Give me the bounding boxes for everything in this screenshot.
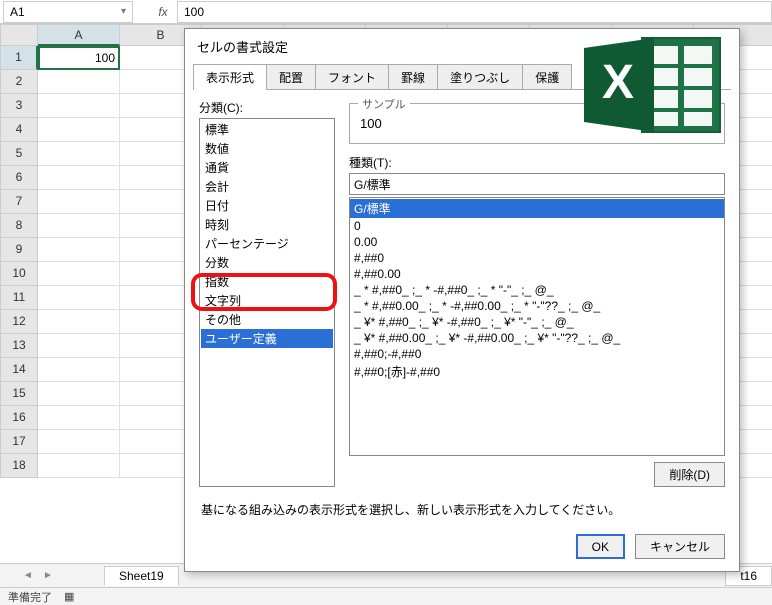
cell[interactable] (38, 334, 120, 358)
name-box[interactable]: A1 ▾ (3, 1, 133, 23)
row-header[interactable]: 8 (0, 214, 38, 238)
dialog-tab[interactable]: 罫線 (388, 64, 438, 90)
row-header[interactable]: 1 (0, 46, 38, 70)
chevron-down-icon[interactable]: ▾ (121, 6, 126, 17)
delete-button[interactable]: 削除(D) (654, 462, 725, 487)
category-listbox[interactable]: 標準数値通貨会計日付時刻パーセンテージ分数指数文字列その他ユーザー定義 (199, 118, 335, 487)
cell[interactable] (38, 382, 120, 406)
type-input[interactable] (349, 173, 725, 195)
cell[interactable] (38, 70, 120, 94)
row-header[interactable]: 18 (0, 454, 38, 478)
cancel-button[interactable]: キャンセル (635, 534, 725, 559)
row-header[interactable]: 16 (0, 406, 38, 430)
formula-input[interactable]: 100 (177, 1, 772, 23)
cell[interactable] (38, 286, 120, 310)
row-header[interactable]: 6 (0, 166, 38, 190)
format-item[interactable]: _ * #,##0_ ;_ * -#,##0_ ;_ * "-"_ ;_ @_ (350, 282, 724, 298)
category-item[interactable]: 標準 (201, 120, 333, 139)
cell[interactable]: 100 (38, 46, 120, 70)
category-label: 分類(C): (199, 99, 335, 116)
row-header[interactable]: 4 (0, 118, 38, 142)
dialog-footer: OK キャンセル (185, 524, 739, 571)
sample-label: サンプル (358, 96, 410, 112)
cell[interactable] (38, 406, 120, 430)
category-item[interactable]: ユーザー定義 (201, 329, 333, 348)
row-header[interactable]: 15 (0, 382, 38, 406)
sample-value: 100 (360, 116, 382, 131)
status-bar: 準備完了 ▦ (0, 587, 772, 605)
category-item[interactable]: 通貨 (201, 158, 333, 177)
ok-button[interactable]: OK (576, 534, 625, 559)
format-listbox[interactable]: G/標準00.00#,##0#,##0.00_ * #,##0_ ;_ * -#… (349, 197, 725, 456)
row-header[interactable]: 12 (0, 310, 38, 334)
category-item[interactable]: 時刻 (201, 215, 333, 234)
select-all-triangle[interactable] (0, 24, 38, 46)
svg-text:X: X (602, 56, 634, 109)
record-macro-icon[interactable]: ▦ (64, 590, 74, 603)
sheet-tab-active[interactable]: Sheet19 (104, 566, 179, 586)
column-header[interactable]: A (38, 24, 120, 46)
category-item[interactable]: 数値 (201, 139, 333, 158)
dialog-tab[interactable]: 表示形式 (193, 64, 267, 90)
cell[interactable] (38, 310, 120, 334)
row-header[interactable]: 14 (0, 358, 38, 382)
format-item[interactable]: 0 (350, 218, 724, 234)
cell[interactable] (38, 214, 120, 238)
dialog-tab[interactable]: 保護 (522, 64, 572, 90)
row-header[interactable]: 11 (0, 286, 38, 310)
category-item[interactable]: 分数 (201, 253, 333, 272)
cell[interactable] (38, 454, 120, 478)
formula-bar: A1 ▾ fx 100 (0, 0, 772, 24)
format-item[interactable]: 0.00 (350, 234, 724, 250)
cell[interactable] (38, 190, 120, 214)
category-item[interactable]: パーセンテージ (201, 234, 333, 253)
category-item[interactable]: 文字列 (201, 291, 333, 310)
cell[interactable] (38, 262, 120, 286)
format-item[interactable]: #,##0 (350, 250, 724, 266)
format-item[interactable]: _ ¥* #,##0.00_ ;_ ¥* -#,##0.00_ ;_ ¥* "-… (350, 330, 724, 346)
dialog-tab[interactable]: フォント (315, 64, 389, 90)
cell[interactable] (38, 142, 120, 166)
row-header[interactable]: 7 (0, 190, 38, 214)
fx-icon[interactable]: fx (153, 5, 173, 19)
row-header[interactable]: 13 (0, 334, 38, 358)
dialog-tab[interactable]: 塗りつぶし (437, 64, 523, 90)
formula-value: 100 (184, 5, 204, 19)
category-item[interactable]: 日付 (201, 196, 333, 215)
category-item[interactable]: 会計 (201, 177, 333, 196)
row-header[interactable]: 9 (0, 238, 38, 262)
row-header[interactable]: 5 (0, 142, 38, 166)
status-ready: 準備完了 (8, 589, 52, 605)
row-header[interactable]: 17 (0, 430, 38, 454)
format-item[interactable]: _ * #,##0.00_ ;_ * -#,##0.00_ ;_ * "-"??… (350, 298, 724, 314)
dialog-tab[interactable]: 配置 (266, 64, 316, 90)
dialog-help-text: 基になる組み込みの表示形式を選択し、新しい表示形式を入力してください。 (185, 495, 739, 524)
row-header[interactable]: 10 (0, 262, 38, 286)
row-header[interactable]: 2 (0, 70, 38, 94)
sheet-nav-left-icon[interactable]: ◄ (20, 568, 36, 584)
format-item[interactable]: #,##0;[赤]-#,##0 (350, 362, 724, 381)
cell[interactable] (38, 118, 120, 142)
format-item[interactable]: #,##0;-#,##0 (350, 346, 724, 362)
format-item[interactable]: #,##0.00 (350, 266, 724, 282)
format-item[interactable]: G/標準 (350, 199, 724, 218)
row-header[interactable]: 3 (0, 94, 38, 118)
excel-logo-icon: X (580, 30, 730, 140)
name-box-value: A1 (10, 5, 25, 19)
category-item[interactable]: その他 (201, 310, 333, 329)
sheet-nav-right-icon[interactable]: ► (40, 568, 56, 584)
type-label: 種類(T): (349, 154, 725, 171)
cell[interactable] (38, 94, 120, 118)
cell[interactable] (38, 430, 120, 454)
format-item[interactable]: _ ¥* #,##0_ ;_ ¥* -#,##0_ ;_ ¥* "-"_ ;_ … (350, 314, 724, 330)
cell[interactable] (38, 238, 120, 262)
category-item[interactable]: 指数 (201, 272, 333, 291)
cell[interactable] (38, 166, 120, 190)
cell[interactable] (38, 358, 120, 382)
